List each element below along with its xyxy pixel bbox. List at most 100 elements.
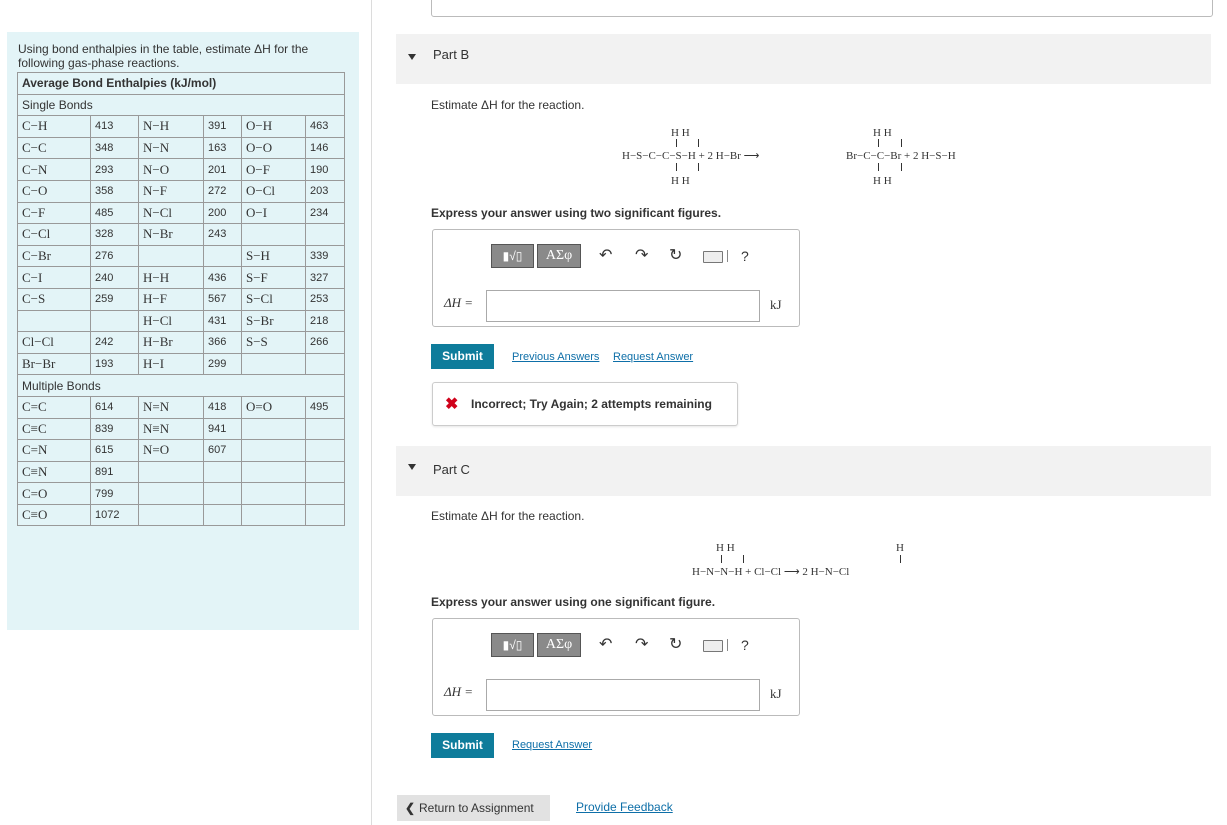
bond-line [878, 163, 879, 171]
bond-cell: N−Cl [138, 201, 204, 225]
bond-cell: O−Cl [241, 179, 306, 203]
bond-cell: C−F [17, 201, 91, 225]
enthalpy-cell: 339 [305, 244, 345, 268]
bond-cell: O−I [241, 201, 306, 225]
part-c-answer-box: ▮√▯ ΑΣφ ↶ ↷ ↻ ? ΔH = kJ [432, 618, 800, 716]
enthalpy-cell: 614 [90, 395, 139, 419]
enthalpy-cell: 299 [203, 352, 242, 376]
enthalpy-cell: 253 [305, 287, 345, 311]
intro-text: Using bond enthalpies in the table, esti… [18, 42, 309, 70]
table-title: Average Bond Enthalpies (kJ/mol) [17, 72, 345, 95]
redo-icon[interactable]: ↷ [635, 633, 648, 657]
bond-cell: C−Cl [17, 223, 91, 246]
table-row: Cl−Cl 242 H−Br 366 S−S 266 [17, 331, 345, 354]
greek-button[interactable]: ΑΣφ [537, 633, 581, 657]
bond-cell: C−S [17, 287, 91, 311]
reset-icon[interactable]: ↻ [669, 244, 682, 268]
enthalpy-cell [203, 503, 242, 527]
bond-cell: H−Cl [138, 309, 204, 333]
part-b-request-answer-link[interactable]: Request Answer [613, 351, 693, 363]
table-section-row: Single Bonds [17, 93, 345, 117]
part-b-header[interactable]: Part B [396, 34, 1211, 84]
part-c-answer-input[interactable] [486, 679, 760, 711]
enthalpy-cell: 328 [90, 223, 139, 246]
undo-icon[interactable]: ↶ [599, 244, 612, 268]
bond-line [721, 555, 722, 563]
greek-button[interactable]: ΑΣφ [537, 244, 581, 268]
reaction-top-h: H H [671, 127, 690, 139]
enthalpy-cell: 418 [203, 395, 242, 419]
reaction-left-side: H−S−C−C−S−H + 2 H−Br ⟶ [622, 150, 760, 162]
part-c-request-answer-link[interactable]: Request Answer [512, 739, 592, 751]
enthalpy-cell: 799 [90, 482, 139, 505]
bond-cell: C−C [17, 136, 91, 160]
bond-cell: C−H [17, 115, 91, 138]
enthalpy-cell: 163 [203, 136, 242, 160]
enthalpy-cell [203, 460, 242, 484]
help-icon[interactable]: ? [741, 633, 749, 657]
column-divider [371, 0, 372, 825]
enthalpy-cell: 203 [305, 179, 345, 203]
table-row: C−Br 276 S−H 339 [17, 244, 345, 268]
undo-icon[interactable]: ↶ [599, 633, 612, 657]
return-to-assignment-button[interactable]: ❮ Return to Assignment [397, 795, 550, 821]
enthalpy-cell [203, 244, 242, 268]
part-c-header[interactable]: Part C [396, 446, 1211, 496]
enthalpy-cell: 436 [203, 266, 242, 289]
enthalpy-cell [203, 482, 242, 505]
bond-cell: H−Br [138, 331, 204, 354]
bond-line [901, 163, 902, 171]
bond-cell [138, 460, 204, 484]
enthalpy-cell: 259 [90, 287, 139, 311]
table-row: C=O 799 [17, 482, 345, 505]
bond-cell [138, 503, 204, 527]
part-b-prompt: Estimate ΔH for the reaction. [431, 98, 585, 112]
table-row: C=C 614 N=N 418 O=O 495 [17, 395, 345, 419]
table-row: C≡O 1072 [17, 503, 345, 527]
enthalpy-cell: 272 [203, 179, 242, 203]
bond-cell: C=C [17, 395, 91, 419]
bond-cell: Br−Br [17, 352, 91, 376]
collapse-triangle-icon[interactable] [408, 464, 416, 470]
part-b-submit-button[interactable]: Submit [431, 344, 494, 369]
help-icon[interactable]: ? [741, 244, 749, 268]
enthalpy-cell [90, 309, 139, 333]
previous-answers-link[interactable]: Previous Answers [512, 351, 599, 363]
bond-cell: O−O [241, 136, 306, 160]
provide-feedback-link[interactable]: Provide Feedback [576, 800, 673, 814]
bond-cell: N−N [138, 136, 204, 160]
delta-h-label: ΔH = [444, 684, 473, 700]
keyboard-icon[interactable] [703, 251, 723, 263]
bond-cell [241, 503, 306, 527]
template-button[interactable]: ▮√▯ [491, 244, 534, 268]
bond-cell: N−F [138, 179, 204, 203]
table-row: C≡C 839 N≡N 941 [17, 417, 345, 441]
bond-cell: S−F [241, 266, 306, 289]
reaction-bottom-h-right: H H [873, 175, 892, 187]
template-button[interactable]: ▮√▯ [491, 633, 534, 657]
bond-cell: H−F [138, 287, 204, 311]
bond-cell: O=O [241, 395, 306, 419]
bond-line [698, 163, 699, 171]
reset-icon[interactable]: ↻ [669, 633, 682, 657]
bond-cell [138, 482, 204, 505]
enthalpy-cell [305, 439, 345, 462]
table-row: C≡N 891 [17, 460, 345, 484]
bond-cell [241, 439, 306, 462]
bond-line [743, 555, 744, 563]
enthalpy-cell: 839 [90, 417, 139, 441]
collapse-triangle-icon[interactable] [408, 54, 416, 60]
table-row: H−Cl 431 S−Br 218 [17, 309, 345, 333]
keyboard-icon[interactable] [703, 640, 723, 652]
toolbar-separator [727, 639, 728, 651]
table-row: C=N 615 N=O 607 [17, 439, 345, 462]
enthalpy-cell: 891 [90, 460, 139, 484]
reaction-c-top-h: H H [716, 542, 735, 554]
redo-icon[interactable]: ↷ [635, 244, 648, 268]
part-b-answer-input[interactable] [486, 290, 760, 322]
bond-cell: S−Br [241, 309, 306, 333]
reaction-right-side: Br−C−C−Br + 2 H−S−H [846, 150, 956, 162]
part-c-submit-button[interactable]: Submit [431, 733, 494, 758]
bond-line [878, 139, 879, 147]
bond-cell: H−H [138, 266, 204, 289]
